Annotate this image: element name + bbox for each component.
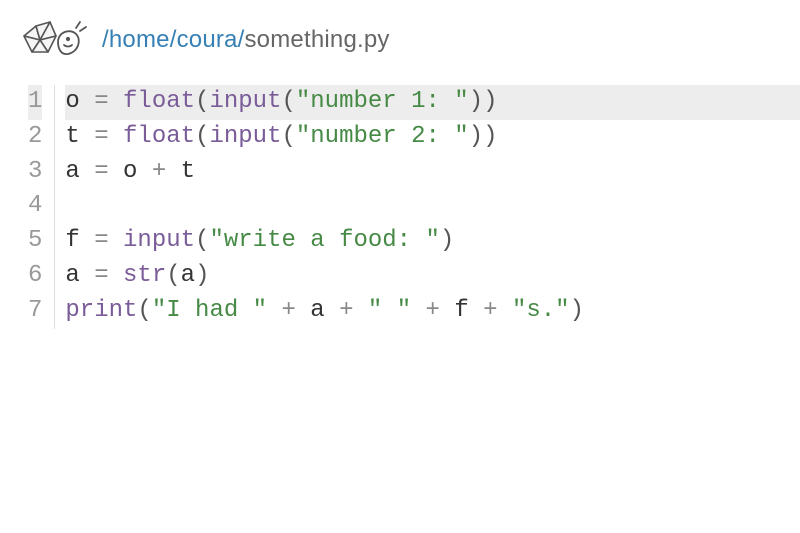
code-token: +: [411, 297, 454, 324]
line-number: 2: [28, 120, 42, 155]
code-token: input: [123, 227, 195, 254]
code-token: "number 2: ": [296, 123, 469, 150]
code-token: a: [310, 297, 324, 324]
code-editor[interactable]: 1234567 o = float(input("number 1: "))t …: [0, 85, 800, 329]
code-token: ): [570, 297, 584, 324]
line-number-gutter: 1234567: [0, 85, 55, 329]
code-token: (: [166, 262, 180, 289]
file-path: /home/coura/something.py: [102, 26, 390, 54]
code-token: =: [94, 227, 123, 254]
code-line[interactable]: a = str(a): [65, 259, 800, 294]
code-token: =: [94, 123, 123, 150]
code-token: (: [195, 227, 209, 254]
editor-header: /home/coura/something.py: [0, 0, 800, 75]
code-line[interactable]: [65, 189, 800, 224]
code-token: a: [181, 262, 195, 289]
code-token: +: [469, 297, 512, 324]
code-token: +: [152, 158, 181, 185]
code-token: o: [65, 88, 94, 115]
code-token: t: [181, 158, 195, 185]
code-line[interactable]: o = float(input("number 1: ")): [65, 85, 800, 120]
code-token: ): [195, 262, 209, 289]
code-line[interactable]: print("I had " + a + " " + f + "s."): [65, 294, 800, 329]
app-logo-icon: [18, 12, 88, 67]
code-area[interactable]: o = float(input("number 1: "))t = float(…: [55, 85, 800, 329]
code-token: (: [195, 123, 209, 150]
code-token: a: [65, 158, 94, 185]
line-number: 7: [28, 294, 42, 329]
line-number: 1: [28, 85, 42, 120]
code-token: (: [281, 88, 295, 115]
code-token: f: [65, 227, 94, 254]
file-path-name: something.py: [244, 26, 389, 53]
code-token: )): [469, 88, 498, 115]
code-token: str: [123, 262, 166, 289]
code-token: +: [325, 297, 368, 324]
code-token: input: [209, 123, 281, 150]
line-number: 3: [28, 155, 42, 190]
code-token: "number 1: ": [296, 88, 469, 115]
line-number: 6: [28, 259, 42, 294]
code-token: (: [195, 88, 209, 115]
code-token: input: [209, 88, 281, 115]
code-token: float: [123, 123, 195, 150]
code-token: =: [94, 88, 123, 115]
code-token: o: [123, 158, 152, 185]
code-token: +: [267, 297, 310, 324]
line-number: 5: [28, 224, 42, 259]
code-token: ): [440, 227, 454, 254]
code-token: float: [123, 88, 195, 115]
code-token: "I had ": [152, 297, 267, 324]
code-token: )): [469, 123, 498, 150]
code-token: (: [281, 123, 295, 150]
code-line[interactable]: a = o + t: [65, 155, 800, 190]
code-token: t: [65, 123, 94, 150]
code-line[interactable]: f = input("write a food: "): [65, 224, 800, 259]
code-token: =: [94, 262, 123, 289]
code-token: a: [65, 262, 94, 289]
code-token: print: [65, 297, 137, 324]
code-token: f: [454, 297, 468, 324]
code-line[interactable]: t = float(input("number 2: ")): [65, 120, 800, 155]
code-token: " ": [368, 297, 411, 324]
code-token: "write a food: ": [209, 227, 439, 254]
code-token: =: [94, 158, 123, 185]
code-token: (: [137, 297, 151, 324]
file-path-dir: /home/coura/: [102, 26, 244, 53]
line-number: 4: [28, 189, 42, 224]
code-token: "s.": [512, 297, 570, 324]
